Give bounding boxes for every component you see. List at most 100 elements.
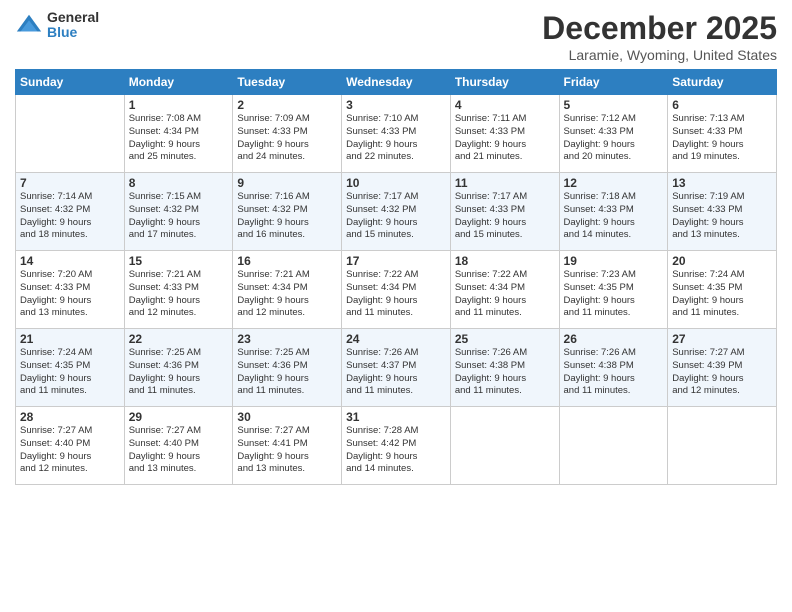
day-number: 4 [455, 98, 555, 112]
calendar-cell: 26Sunrise: 7:26 AMSunset: 4:38 PMDayligh… [559, 329, 668, 407]
day-info: Sunrise: 7:26 AMSunset: 4:38 PMDaylight:… [564, 347, 664, 398]
day-number: 17 [346, 254, 446, 268]
calendar-cell: 13Sunrise: 7:19 AMSunset: 4:33 PMDayligh… [668, 173, 777, 251]
day-info: Sunrise: 7:10 AMSunset: 4:33 PMDaylight:… [346, 113, 446, 164]
day-info: Sunrise: 7:14 AMSunset: 4:32 PMDaylight:… [20, 191, 120, 242]
day-info: Sunrise: 7:21 AMSunset: 4:34 PMDaylight:… [237, 269, 337, 320]
day-info: Sunrise: 7:11 AMSunset: 4:33 PMDaylight:… [455, 113, 555, 164]
day-number: 5 [564, 98, 664, 112]
calendar-table: SundayMondayTuesdayWednesdayThursdayFrid… [15, 69, 777, 485]
day-number: 10 [346, 176, 446, 190]
calendar-cell: 18Sunrise: 7:22 AMSunset: 4:34 PMDayligh… [450, 251, 559, 329]
day-number: 30 [237, 410, 337, 424]
calendar-cell: 7Sunrise: 7:14 AMSunset: 4:32 PMDaylight… [16, 173, 125, 251]
calendar-cell: 5Sunrise: 7:12 AMSunset: 4:33 PMDaylight… [559, 95, 668, 173]
day-number: 3 [346, 98, 446, 112]
day-number: 13 [672, 176, 772, 190]
calendar-cell: 27Sunrise: 7:27 AMSunset: 4:39 PMDayligh… [668, 329, 777, 407]
logo: General Blue [15, 10, 99, 41]
day-info: Sunrise: 7:24 AMSunset: 4:35 PMDaylight:… [20, 347, 120, 398]
col-header-tuesday: Tuesday [233, 70, 342, 95]
logo-icon [15, 11, 43, 39]
col-header-thursday: Thursday [450, 70, 559, 95]
day-info: Sunrise: 7:28 AMSunset: 4:42 PMDaylight:… [346, 425, 446, 476]
calendar-cell: 14Sunrise: 7:20 AMSunset: 4:33 PMDayligh… [16, 251, 125, 329]
day-number: 16 [237, 254, 337, 268]
calendar-week-row: 28Sunrise: 7:27 AMSunset: 4:40 PMDayligh… [16, 407, 777, 485]
calendar-cell: 25Sunrise: 7:26 AMSunset: 4:38 PMDayligh… [450, 329, 559, 407]
calendar-cell [559, 407, 668, 485]
day-number: 11 [455, 176, 555, 190]
calendar-cell: 30Sunrise: 7:27 AMSunset: 4:41 PMDayligh… [233, 407, 342, 485]
col-header-friday: Friday [559, 70, 668, 95]
calendar-cell: 22Sunrise: 7:25 AMSunset: 4:36 PMDayligh… [124, 329, 233, 407]
calendar-cell: 17Sunrise: 7:22 AMSunset: 4:34 PMDayligh… [342, 251, 451, 329]
day-number: 12 [564, 176, 664, 190]
day-number: 28 [20, 410, 120, 424]
day-info: Sunrise: 7:27 AMSunset: 4:39 PMDaylight:… [672, 347, 772, 398]
day-info: Sunrise: 7:21 AMSunset: 4:33 PMDaylight:… [129, 269, 229, 320]
col-header-wednesday: Wednesday [342, 70, 451, 95]
day-info: Sunrise: 7:25 AMSunset: 4:36 PMDaylight:… [237, 347, 337, 398]
calendar-cell: 31Sunrise: 7:28 AMSunset: 4:42 PMDayligh… [342, 407, 451, 485]
calendar-cell: 16Sunrise: 7:21 AMSunset: 4:34 PMDayligh… [233, 251, 342, 329]
day-number: 7 [20, 176, 120, 190]
col-header-saturday: Saturday [668, 70, 777, 95]
day-info: Sunrise: 7:20 AMSunset: 4:33 PMDaylight:… [20, 269, 120, 320]
day-number: 14 [20, 254, 120, 268]
day-number: 25 [455, 332, 555, 346]
day-number: 2 [237, 98, 337, 112]
day-info: Sunrise: 7:16 AMSunset: 4:32 PMDaylight:… [237, 191, 337, 242]
calendar-cell: 24Sunrise: 7:26 AMSunset: 4:37 PMDayligh… [342, 329, 451, 407]
day-info: Sunrise: 7:13 AMSunset: 4:33 PMDaylight:… [672, 113, 772, 164]
day-info: Sunrise: 7:22 AMSunset: 4:34 PMDaylight:… [346, 269, 446, 320]
calendar-cell: 20Sunrise: 7:24 AMSunset: 4:35 PMDayligh… [668, 251, 777, 329]
day-info: Sunrise: 7:19 AMSunset: 4:33 PMDaylight:… [672, 191, 772, 242]
calendar-cell: 9Sunrise: 7:16 AMSunset: 4:32 PMDaylight… [233, 173, 342, 251]
day-number: 9 [237, 176, 337, 190]
day-number: 23 [237, 332, 337, 346]
day-number: 27 [672, 332, 772, 346]
day-info: Sunrise: 7:08 AMSunset: 4:34 PMDaylight:… [129, 113, 229, 164]
calendar-cell: 28Sunrise: 7:27 AMSunset: 4:40 PMDayligh… [16, 407, 125, 485]
calendar-week-row: 7Sunrise: 7:14 AMSunset: 4:32 PMDaylight… [16, 173, 777, 251]
day-number: 29 [129, 410, 229, 424]
logo-blue-text: Blue [47, 25, 99, 40]
title-block: December 2025 Laramie, Wyoming, United S… [542, 10, 777, 63]
day-number: 18 [455, 254, 555, 268]
day-number: 19 [564, 254, 664, 268]
calendar-week-row: 14Sunrise: 7:20 AMSunset: 4:33 PMDayligh… [16, 251, 777, 329]
day-info: Sunrise: 7:26 AMSunset: 4:37 PMDaylight:… [346, 347, 446, 398]
day-number: 22 [129, 332, 229, 346]
day-info: Sunrise: 7:18 AMSunset: 4:33 PMDaylight:… [564, 191, 664, 242]
calendar-cell: 4Sunrise: 7:11 AMSunset: 4:33 PMDaylight… [450, 95, 559, 173]
day-number: 6 [672, 98, 772, 112]
day-info: Sunrise: 7:17 AMSunset: 4:32 PMDaylight:… [346, 191, 446, 242]
day-number: 31 [346, 410, 446, 424]
day-number: 15 [129, 254, 229, 268]
day-info: Sunrise: 7:09 AMSunset: 4:33 PMDaylight:… [237, 113, 337, 164]
calendar-cell: 21Sunrise: 7:24 AMSunset: 4:35 PMDayligh… [16, 329, 125, 407]
calendar-header-row: SundayMondayTuesdayWednesdayThursdayFrid… [16, 70, 777, 95]
day-info: Sunrise: 7:12 AMSunset: 4:33 PMDaylight:… [564, 113, 664, 164]
calendar-cell [668, 407, 777, 485]
day-number: 26 [564, 332, 664, 346]
day-number: 1 [129, 98, 229, 112]
page-subtitle: Laramie, Wyoming, United States [542, 47, 777, 63]
day-info: Sunrise: 7:15 AMSunset: 4:32 PMDaylight:… [129, 191, 229, 242]
calendar-cell: 23Sunrise: 7:25 AMSunset: 4:36 PMDayligh… [233, 329, 342, 407]
day-info: Sunrise: 7:23 AMSunset: 4:35 PMDaylight:… [564, 269, 664, 320]
logo-general-text: General [47, 10, 99, 25]
calendar-cell: 6Sunrise: 7:13 AMSunset: 4:33 PMDaylight… [668, 95, 777, 173]
calendar-cell: 3Sunrise: 7:10 AMSunset: 4:33 PMDaylight… [342, 95, 451, 173]
page: General Blue December 2025 Laramie, Wyom… [0, 0, 792, 612]
page-title: December 2025 [542, 10, 777, 47]
header: General Blue December 2025 Laramie, Wyom… [15, 10, 777, 63]
day-number: 20 [672, 254, 772, 268]
day-number: 21 [20, 332, 120, 346]
day-info: Sunrise: 7:22 AMSunset: 4:34 PMDaylight:… [455, 269, 555, 320]
calendar-cell: 1Sunrise: 7:08 AMSunset: 4:34 PMDaylight… [124, 95, 233, 173]
day-info: Sunrise: 7:24 AMSunset: 4:35 PMDaylight:… [672, 269, 772, 320]
calendar-week-row: 21Sunrise: 7:24 AMSunset: 4:35 PMDayligh… [16, 329, 777, 407]
calendar-cell: 10Sunrise: 7:17 AMSunset: 4:32 PMDayligh… [342, 173, 451, 251]
